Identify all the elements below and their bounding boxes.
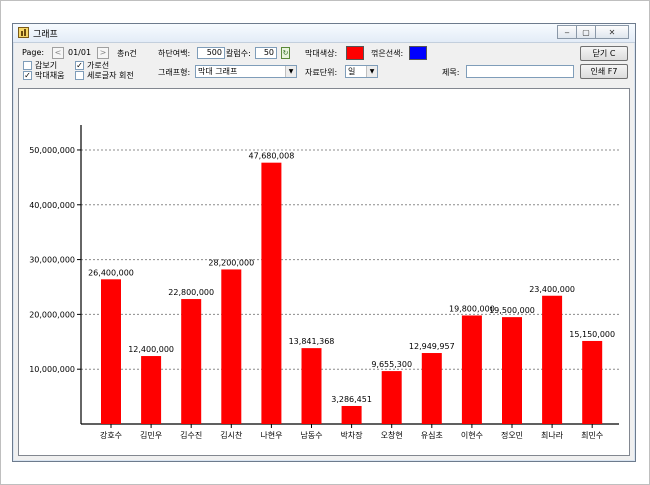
y-tick-label: 20,000,000 bbox=[29, 310, 75, 319]
fill-bar-checkbox[interactable]: ✓ bbox=[23, 71, 32, 80]
page-prev-button[interactable]: < bbox=[52, 47, 64, 59]
bar bbox=[582, 340, 603, 424]
window-controls: ‒ ▢ ✕ bbox=[557, 25, 629, 39]
data-label: 13,841,368 bbox=[289, 337, 335, 346]
x-tick-label: 김시찬 bbox=[220, 430, 243, 440]
graph-window: 그래프 ‒ ▢ ✕ Page: < 01/01 > 총n건 하단여백: 500 … bbox=[12, 23, 636, 462]
bar bbox=[502, 317, 522, 424]
bar-chart-icon bbox=[18, 27, 29, 38]
window-title: 그래프 bbox=[33, 30, 58, 40]
line-color-label: 꺾은선색: bbox=[371, 49, 404, 58]
close-button[interactable]: 닫기 C bbox=[580, 46, 628, 61]
unit-label: 자료단위: bbox=[305, 68, 338, 77]
bar-color-swatch[interactable] bbox=[346, 46, 364, 60]
page-next-button[interactable]: > bbox=[97, 47, 109, 59]
x-tick-label: 오창현 bbox=[381, 431, 403, 440]
fill-bar-label: 막대채움 bbox=[35, 71, 65, 80]
data-label: 47,680,008 bbox=[248, 152, 294, 161]
bar bbox=[461, 315, 482, 424]
page-indicator: 01/01 bbox=[68, 48, 92, 57]
print-button[interactable]: 인쇄 F7 bbox=[580, 64, 628, 79]
x-tick-label: 유심초 bbox=[421, 430, 443, 440]
title-label: 제목: bbox=[442, 68, 460, 77]
chart-type-select[interactable]: 막대 그래프 ▼ bbox=[195, 65, 297, 78]
data-label: 19,500,000 bbox=[489, 306, 535, 315]
data-label: 26,400,000 bbox=[88, 268, 134, 277]
x-tick-label: 박차장 bbox=[341, 430, 364, 440]
x-tick-label: 최민수 bbox=[581, 430, 603, 440]
horizontal-line-checkbox[interactable]: ✓ bbox=[75, 61, 84, 70]
y-tick-label: 30,000,000 bbox=[29, 256, 75, 265]
bar bbox=[301, 348, 322, 424]
data-label: 15,150,000 bbox=[569, 330, 615, 339]
bar bbox=[381, 371, 402, 424]
chart-type-value: 막대 그래프 bbox=[198, 67, 238, 76]
options-toolbar: Page: < 01/01 > 총n건 하단여백: 500 칼럼수: 50 ↻ … bbox=[13, 43, 635, 87]
data-label: 23,400,000 bbox=[529, 285, 575, 294]
column-width-label: 칼럼수: bbox=[226, 49, 251, 58]
total-count: 총n건 bbox=[117, 49, 137, 58]
x-tick-label: 강호수 bbox=[100, 430, 122, 440]
minimize-icon[interactable]: ‒ bbox=[557, 25, 577, 39]
vertical-text-label: 세로글자 회전 bbox=[87, 71, 134, 80]
chart-type-label: 그래프형: bbox=[158, 68, 191, 77]
data-label: 22,800,000 bbox=[168, 288, 214, 297]
grid-view-checkbox[interactable] bbox=[23, 61, 32, 70]
x-tick-label: 김수진 bbox=[180, 430, 202, 440]
refresh-icon[interactable]: ↻ bbox=[281, 47, 290, 59]
bar bbox=[542, 295, 563, 424]
chevron-down-icon: ▼ bbox=[366, 66, 377, 77]
x-tick-label: 최나라 bbox=[541, 430, 564, 440]
page-label: Page: bbox=[22, 48, 45, 57]
bar bbox=[101, 279, 121, 424]
data-label: 12,400,000 bbox=[128, 345, 174, 354]
data-label: 3,286,451 bbox=[331, 395, 372, 404]
bar bbox=[341, 405, 362, 424]
bar bbox=[181, 299, 202, 424]
x-tick-label: 김민우 bbox=[140, 430, 162, 440]
title-input[interactable] bbox=[466, 65, 574, 78]
title-bar[interactable]: 그래프 ‒ ▢ ✕ bbox=[13, 24, 635, 43]
data-label: 28,200,000 bbox=[208, 258, 254, 267]
line-color-swatch[interactable] bbox=[409, 46, 427, 60]
data-label: 12,949,957 bbox=[409, 342, 455, 351]
bar bbox=[261, 162, 282, 424]
bar bbox=[421, 353, 442, 424]
close-icon[interactable]: ✕ bbox=[595, 25, 629, 39]
y-tick-label: 40,000,000 bbox=[29, 201, 75, 210]
bar-chart: 10,000,000 20,000,000 30,000,000 40,000,000… bbox=[29, 125, 619, 440]
x-tick-label: 나현우 bbox=[260, 431, 282, 440]
unit-value: 일 bbox=[348, 67, 356, 76]
x-tick-label: 남동수 bbox=[300, 431, 322, 440]
bar-color-label: 막대색상: bbox=[305, 49, 338, 58]
chart-panel: 10,000,000 20,000,000 30,000,000 40,000,000… bbox=[18, 88, 630, 456]
bar bbox=[221, 269, 242, 424]
restore-icon[interactable]: ▢ bbox=[576, 25, 596, 39]
y-tick-label: 10,000,000 bbox=[29, 365, 75, 374]
y-tick-label: 50,000,000 bbox=[29, 146, 75, 155]
vertical-text-checkbox[interactable] bbox=[75, 71, 84, 80]
bottom-margin-input[interactable]: 500 bbox=[197, 47, 225, 59]
data-label: 9,655,300 bbox=[371, 360, 412, 369]
x-tick-label: 정오민 bbox=[501, 430, 523, 440]
column-width-input[interactable]: 50 bbox=[255, 47, 277, 59]
x-tick-label: 이현수 bbox=[461, 430, 483, 440]
data-label: 19,800,000 bbox=[449, 304, 495, 313]
bottom-margin-label: 하단여백: bbox=[158, 49, 191, 58]
chevron-down-icon: ▼ bbox=[285, 66, 296, 77]
unit-select[interactable]: 일 ▼ bbox=[345, 65, 378, 78]
bar bbox=[141, 356, 162, 424]
